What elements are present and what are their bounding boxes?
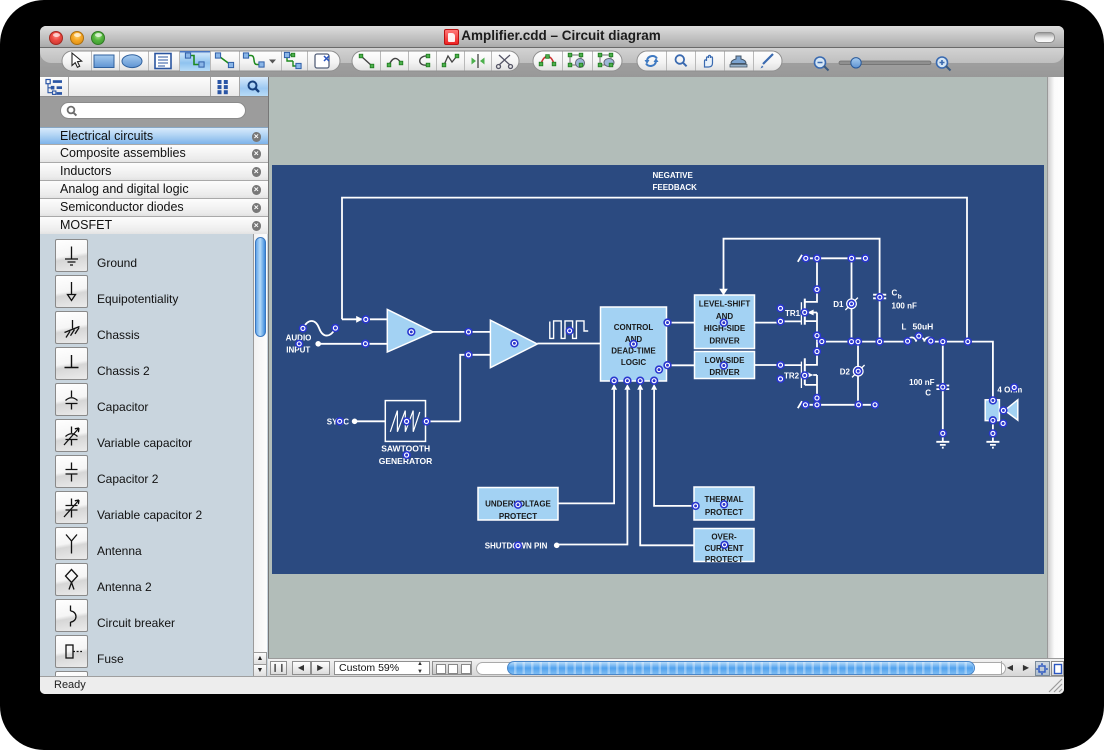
- svg-text:C: C: [892, 289, 898, 298]
- svg-text:TR2: TR2: [784, 371, 800, 380]
- svg-text:b: b: [898, 294, 902, 301]
- svg-text:D1: D1: [833, 300, 844, 309]
- svg-text:C: C: [925, 388, 931, 397]
- svg-text:100 nF: 100 nF: [909, 378, 934, 387]
- svg-text:CONTROL: CONTROL: [614, 323, 654, 332]
- svg-text:100 nF: 100 nF: [892, 302, 917, 311]
- svg-text:D2: D2: [840, 368, 851, 377]
- svg-text:PROTECT: PROTECT: [499, 512, 537, 521]
- svg-text:PROTECT: PROTECT: [705, 555, 743, 564]
- svg-text:LOGIC: LOGIC: [621, 358, 647, 367]
- svg-text:NEGATIVE: NEGATIVE: [653, 171, 694, 180]
- svg-text:50uH: 50uH: [913, 322, 934, 332]
- svg-text:PROTECT: PROTECT: [705, 508, 743, 517]
- svg-text:TR1: TR1: [785, 309, 801, 318]
- svg-text:DRIVER: DRIVER: [709, 336, 739, 345]
- svg-text:OVER-: OVER-: [711, 533, 737, 542]
- svg-text:4 Ohm: 4 Ohm: [997, 385, 1022, 394]
- svg-text:LEVEL-SHIFT: LEVEL-SHIFT: [699, 300, 751, 309]
- svg-text:FEEDBACK: FEEDBACK: [653, 183, 698, 192]
- svg-text:L: L: [902, 323, 907, 332]
